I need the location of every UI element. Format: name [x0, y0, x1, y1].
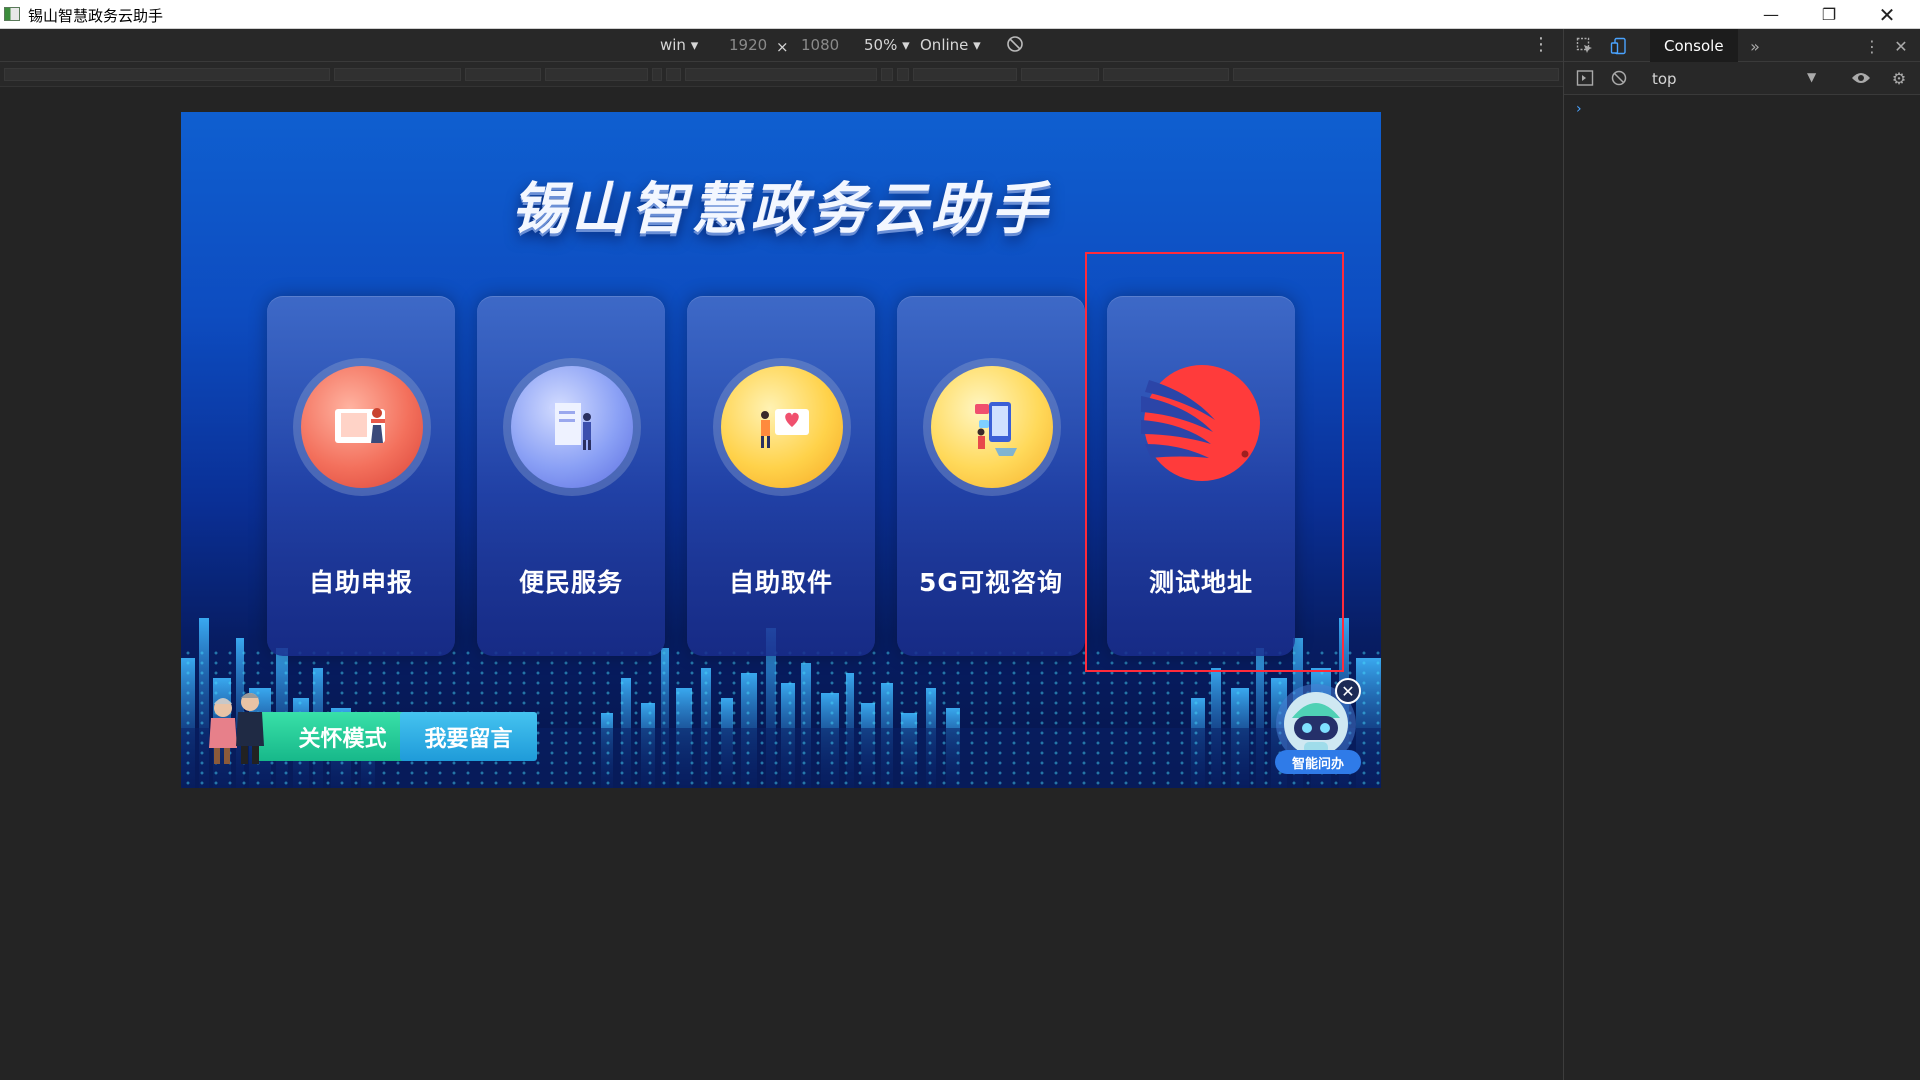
app-icon [4, 7, 20, 21]
page-title: 锡山智慧政务云助手 [511, 177, 1051, 242]
height-field[interactable]: 1080 [801, 36, 839, 54]
console-toolbar: top ▼ ⚙ [1564, 62, 1920, 95]
settings-gear-icon[interactable]: ⚙ [1888, 67, 1910, 89]
leave-message-button[interactable]: 我要留言 [400, 712, 537, 761]
selection-highlight-box [1085, 252, 1344, 672]
restore-button[interactable]: ❐ [1800, 0, 1858, 29]
card-label: 自助申报 [308, 568, 413, 597]
context-select[interactable]: top [1652, 70, 1677, 88]
device-toolbar-icon[interactable] [1608, 35, 1630, 57]
inspect-element-icon[interactable] [1574, 35, 1596, 57]
sidebar-toggle-icon[interactable] [1574, 67, 1596, 89]
more-options-icon[interactable]: ⋮ [1532, 34, 1550, 55]
times-icon: × [776, 38, 789, 56]
elderly-couple-icon [209, 693, 264, 764]
card-label: 自助取件 [728, 568, 833, 597]
assistant-label[interactable]: 智能问办 [1275, 750, 1361, 774]
close-devtools-icon[interactable]: ✕ [1890, 35, 1912, 57]
live-expression-eye-icon[interactable] [1850, 67, 1872, 89]
card-self-pickup[interactable]: 自助取件 [687, 296, 875, 656]
device-toolbar: win ▾ 1920 × 1080 50% ▾ Online ▾ ⋮ [0, 29, 1563, 62]
clear-console-icon[interactable] [1608, 67, 1630, 89]
window-titlebar: 锡山智慧政务云助手 — ❐ ✕ [0, 0, 1920, 29]
card-video-consult[interactable]: 5G可视咨询 [897, 296, 1085, 656]
self-declare-icon [301, 366, 423, 488]
device-select[interactable]: win ▾ [660, 36, 698, 54]
devtools-menu-icon[interactable]: ⋮ [1861, 35, 1883, 57]
care-mode-button[interactable]: 关怀模式 [256, 712, 405, 761]
card-convenience-service[interactable]: 便民服务 [477, 296, 665, 656]
media-query-bar [0, 62, 1563, 87]
throttle-select[interactable]: Online ▾ [920, 36, 981, 54]
tab-console[interactable]: Console [1650, 29, 1738, 62]
devtools-panel: Console » ⋮ ✕ top ▼ ⚙ › [1563, 29, 1920, 1080]
card-label: 5G可视咨询 [919, 568, 1063, 597]
zoom-select[interactable]: 50% ▾ [864, 36, 910, 54]
console-prompt[interactable]: › [1576, 101, 1582, 117]
rotate-icon[interactable] [1005, 34, 1025, 58]
minimize-button[interactable]: — [1742, 0, 1800, 29]
devtools-tabbar: Console » ⋮ ✕ [1564, 29, 1920, 62]
context-dropdown-icon[interactable]: ▼ [1807, 70, 1816, 84]
close-window-button[interactable]: ✕ [1858, 0, 1916, 29]
more-tabs-icon[interactable]: » [1744, 35, 1766, 57]
card-self-declare[interactable]: 自助申报 [267, 296, 455, 656]
window-title: 锡山智慧政务云助手 [28, 7, 164, 25]
emulated-viewport: 锡山智慧政务云助手 自助申报 便民服务 自助取件 5G可视咨询 测试地址 关怀模… [181, 112, 1381, 788]
card-label: 便民服务 [518, 568, 623, 597]
self-pickup-icon [721, 366, 843, 488]
video-consult-icon [931, 366, 1053, 488]
width-field[interactable]: 1920 [729, 36, 767, 54]
close-assistant-icon[interactable]: ✕ [1335, 678, 1361, 704]
convenience-service-icon [511, 366, 633, 488]
